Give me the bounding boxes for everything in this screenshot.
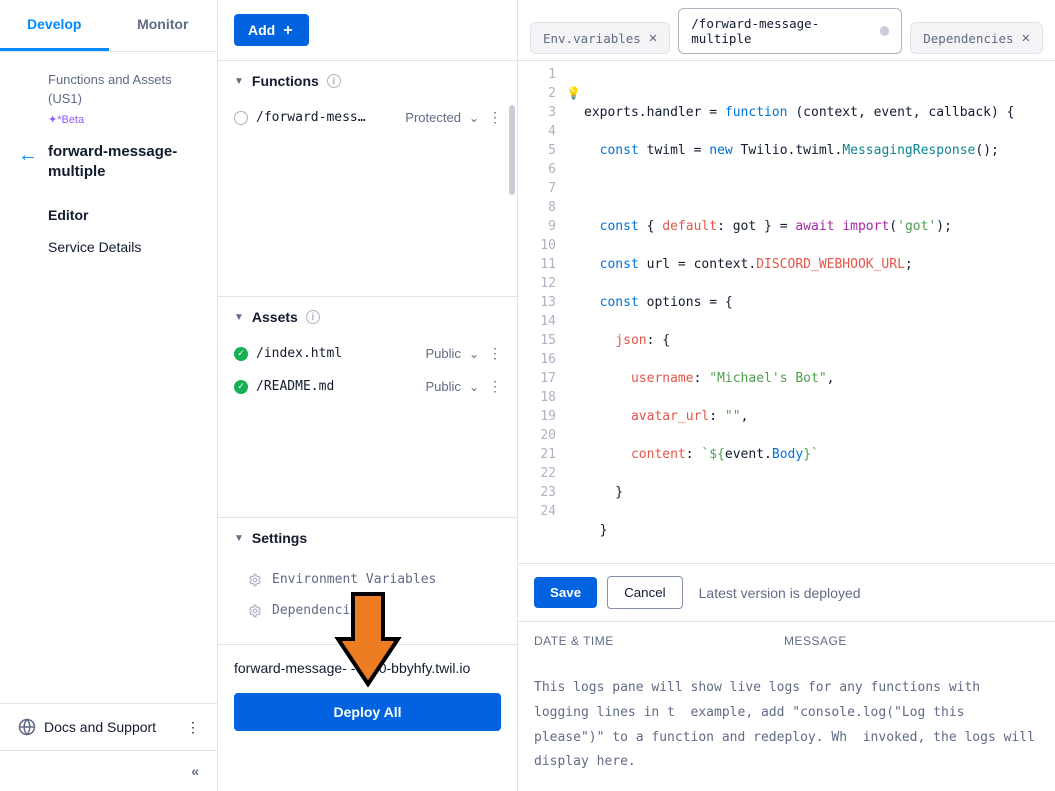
- service-name: forward-message-multiple: [48, 142, 199, 181]
- caret-down-icon: ▼: [234, 312, 244, 323]
- collapse-sidebar-icon[interactable]: «: [191, 763, 199, 779]
- line-gutter: 123456789101112131415161718192021222324: [518, 61, 566, 563]
- back-icon[interactable]: ←: [18, 144, 38, 167]
- tab-develop[interactable]: Develop: [0, 0, 109, 51]
- globe-icon: [18, 718, 36, 736]
- settings-header[interactable]: ▼ Settings: [218, 518, 517, 558]
- kebab-icon[interactable]: ⋮: [487, 345, 501, 362]
- status-pending-icon: [234, 111, 248, 125]
- logs-body: This logs pane will show live logs for a…: [518, 660, 1055, 791]
- kebab-icon[interactable]: ⋮: [185, 719, 199, 736]
- docs-and-support-link[interactable]: Docs and Support: [18, 718, 156, 736]
- nav-editor[interactable]: Editor: [18, 199, 199, 231]
- editor-tab-deps[interactable]: Dependencies✕: [910, 22, 1043, 54]
- settings-dependencies[interactable]: Dependencies: [218, 595, 517, 626]
- kebab-icon[interactable]: ⋮: [487, 109, 501, 126]
- plus-icon: [281, 23, 295, 37]
- status-ok-icon: ✓: [234, 347, 248, 361]
- tab-monitor[interactable]: Monitor: [109, 0, 218, 51]
- info-icon[interactable]: i: [306, 310, 320, 324]
- asset-row[interactable]: ✓ /README.md Public ⌄ ⋮: [218, 370, 517, 403]
- asset-name: /README.md: [256, 379, 418, 394]
- code-content[interactable]: 💡 exports.handler = function (context, e…: [566, 61, 1055, 563]
- dirty-dot-icon: [880, 26, 890, 36]
- close-icon[interactable]: ✕: [649, 30, 657, 46]
- asset-name: /index.html: [256, 346, 418, 361]
- caret-down-icon: ▼: [234, 76, 244, 87]
- function-name: /forward-mess…: [256, 110, 397, 125]
- save-button[interactable]: Save: [534, 577, 597, 608]
- lightbulb-icon[interactable]: 💡: [566, 84, 581, 103]
- editor-tabs: Env.variables✕ /forward-message-multiple…: [518, 0, 1055, 54]
- logs-col-datetime: DATE & TIME: [534, 634, 784, 648]
- status-ok-icon: ✓: [234, 380, 248, 394]
- gear-icon: [248, 604, 262, 618]
- code-editor[interactable]: 123456789101112131415161718192021222324 …: [518, 60, 1055, 563]
- chevron-down-icon[interactable]: ⌄: [469, 111, 479, 125]
- service-domain: forward-message- -7840-bbyhfy.twil.io: [234, 659, 501, 679]
- gear-icon: [248, 573, 262, 587]
- nav-service-details[interactable]: Service Details: [18, 231, 199, 263]
- logs-header: DATE & TIME MESSAGE: [518, 621, 1055, 660]
- scrollbar-thumb[interactable]: [509, 105, 515, 195]
- functions-header[interactable]: ▼ Functions i: [218, 61, 517, 101]
- assets-list: ✓ /index.html Public ⌄ ⋮ ✓ /README.md Pu…: [218, 337, 517, 517]
- asset-visibility: Public: [426, 379, 461, 394]
- asset-visibility: Public: [426, 346, 461, 361]
- info-icon[interactable]: i: [327, 74, 341, 88]
- editor-tab-env[interactable]: Env.variables✕: [530, 22, 670, 54]
- logs-col-message: MESSAGE: [784, 634, 847, 648]
- deploy-status: Latest version is deployed: [699, 585, 861, 601]
- kebab-icon[interactable]: ⋮: [487, 378, 501, 395]
- chevron-down-icon[interactable]: ⌄: [469, 347, 479, 361]
- asset-row[interactable]: ✓ /index.html Public ⌄ ⋮: [218, 337, 517, 370]
- service-category: Functions and Assets: [48, 72, 199, 87]
- left-nav: Develop Monitor Functions and Assets (US…: [0, 0, 218, 791]
- chevron-down-icon[interactable]: ⌄: [469, 380, 479, 394]
- beta-badge: ✦*Beta: [48, 113, 84, 126]
- nav-tabs: Develop Monitor: [0, 0, 217, 52]
- function-visibility: Protected: [405, 110, 461, 125]
- service-region: (US1): [48, 91, 199, 106]
- editor-tab-file[interactable]: /forward-message-multiple: [678, 8, 902, 54]
- function-row[interactable]: /forward-mess… Protected ⌄ ⋮: [218, 101, 517, 134]
- cancel-button[interactable]: Cancel: [607, 576, 683, 609]
- settings-env-vars[interactable]: Environment Variables: [218, 564, 517, 595]
- deploy-all-button[interactable]: Deploy All: [234, 693, 501, 731]
- editor-panel: Env.variables✕ /forward-message-multiple…: [518, 0, 1055, 791]
- functions-list: /forward-mess… Protected ⌄ ⋮: [218, 101, 517, 296]
- caret-down-icon: ▼: [234, 533, 244, 544]
- assets-header[interactable]: ▼ Assets i: [218, 297, 517, 337]
- add-button[interactable]: Add: [234, 14, 309, 46]
- close-icon[interactable]: ✕: [1022, 30, 1030, 46]
- middle-panel: Add ▼ Functions i /forward-mess… Protect…: [218, 0, 518, 791]
